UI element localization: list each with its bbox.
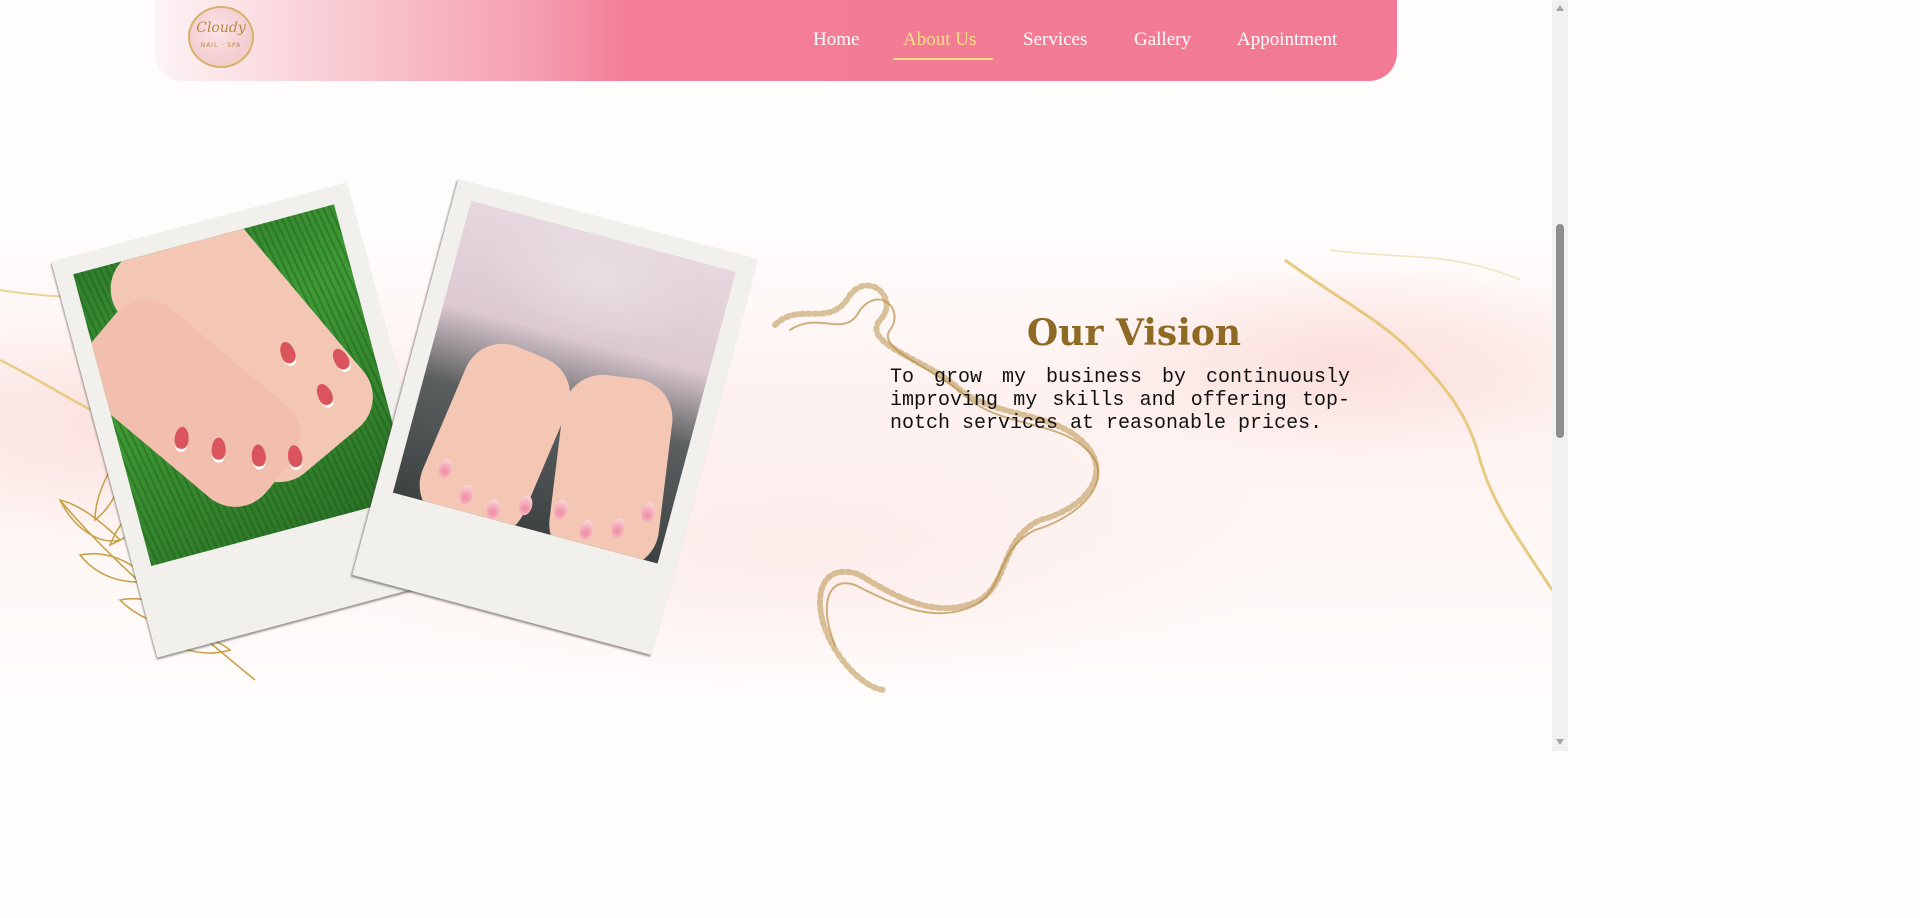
vision-text: To grow my business by continuously impr… [890, 366, 1350, 435]
active-nav-underline [893, 58, 993, 60]
photo-red-nails-on-grass [73, 204, 413, 567]
site-header [155, 0, 1397, 81]
photo-pink-nails-with-sweater [392, 200, 736, 564]
logo-wordmark: Cloudy [196, 20, 246, 36]
nav-appointment[interactable]: Appointment [1237, 29, 1337, 51]
page-scrollbar[interactable] [1552, 0, 1568, 751]
nav-gallery[interactable]: Gallery [1134, 29, 1191, 51]
gold-vein-right-2 [1329, 249, 1521, 281]
brand-logo[interactable]: Cloudy NAIL · SPA [188, 6, 254, 68]
nav-home[interactable]: Home [813, 29, 859, 51]
scrollbar-thumb[interactable] [1556, 224, 1564, 438]
scroll-up-arrow-icon[interactable] [1556, 5, 1564, 11]
logo-subtext: NAIL · SPA [200, 42, 242, 49]
scroll-down-arrow-icon[interactable] [1556, 739, 1564, 745]
vision-heading: Our Vision [1026, 312, 1242, 354]
nav-about-us[interactable]: About Us [903, 29, 976, 51]
nav-services[interactable]: Services [1023, 29, 1087, 51]
